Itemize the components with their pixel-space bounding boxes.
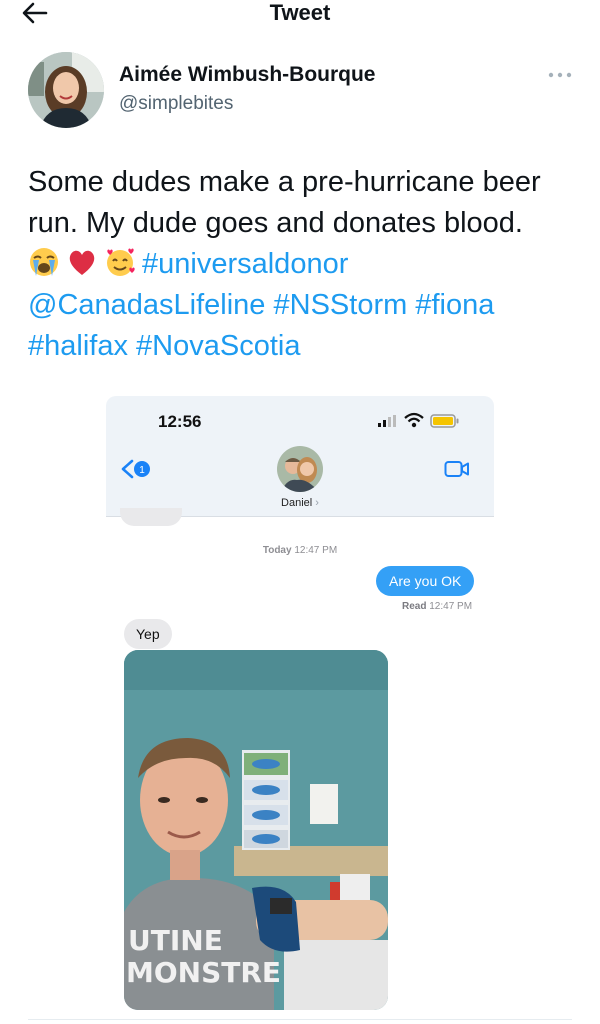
tweet-text: Some dudes make a pre-hurricane beer run… — [28, 162, 588, 367]
smiling-face-with-hearts-emoji — [107, 248, 135, 276]
tweet-line: @CanadasLifeline #NSStorm #fiona — [28, 285, 588, 326]
imessage-header: 12:56 1 Daniel › — [106, 396, 494, 517]
more-horizontal-icon[interactable] — [546, 66, 574, 84]
timestamp-time: 12:47 PM — [294, 545, 338, 556]
tweet-line: #universaldonor — [28, 244, 588, 285]
shirt-text-line2: MONSTRE — [126, 956, 281, 989]
timestamp-day: Today — [262, 545, 292, 556]
chevron-right-icon: › — [315, 497, 319, 509]
read-time: 12:47 PM — [429, 601, 473, 612]
video-camera-icon[interactable] — [444, 460, 470, 478]
contact-name-text: Daniel — [281, 497, 313, 509]
status-time: 12:56 — [158, 412, 202, 431]
loudly-crying-face-emoji — [30, 248, 58, 276]
contact-avatar[interactable] — [277, 446, 323, 492]
hashtag-fiona[interactable]: #fiona — [415, 289, 494, 321]
divider — [28, 1019, 572, 1020]
contact-photo — [277, 446, 323, 492]
author-name[interactable]: Aimée Wimbush-Bourque — [119, 62, 376, 88]
unread-badge: 1 — [139, 465, 145, 476]
selfie-photo[interactable]: UTINE MONSTRE — [124, 650, 388, 1010]
chevron-left-icon: 1 — [121, 459, 150, 479]
blood-donation-selfie-image: UTINE MONSTRE — [124, 650, 388, 1010]
shirt-text-line1: UTINE — [128, 924, 223, 957]
sent-message-bubble[interactable]: Are you OK — [376, 566, 475, 596]
tweet-media-image[interactable]: 12:56 1 Daniel › Today 12:47 PM Are you … — [106, 396, 494, 1018]
read-receipt: Read 12:47 PM — [402, 601, 472, 612]
cropped-message-bubble — [120, 508, 182, 526]
hashtag-universaldonor[interactable]: #universaldonor — [142, 248, 348, 280]
hashtag-novascotia[interactable]: #NovaScotia — [136, 330, 300, 362]
hashtag-halifax[interactable]: #halifax — [28, 330, 128, 362]
received-message-bubble[interactable]: Yep — [124, 619, 172, 649]
tweet-line: Some dudes make a pre-hurricane beer — [28, 166, 541, 198]
avatar[interactable] — [28, 52, 104, 128]
mention-canadaslifeline[interactable]: @CanadasLifeline — [28, 289, 265, 321]
top-bar: Tweet — [0, 0, 600, 28]
wifi-icon — [404, 412, 424, 428]
message-timestamp: Today 12:47 PM — [106, 545, 494, 556]
hashtag-nsstorm[interactable]: #NSStorm — [274, 289, 408, 321]
author-handle[interactable]: @simplebites — [119, 92, 233, 116]
avatar-photo — [28, 52, 104, 128]
battery-icon — [430, 414, 459, 428]
page-title: Tweet — [269, 0, 331, 25]
read-label: Read — [402, 601, 427, 612]
tweet-line: #halifax #NovaScotia — [28, 326, 588, 367]
tweet-line: run. My dude goes and donates blood. — [28, 207, 523, 239]
cellular-signal-icon — [378, 415, 396, 427]
red-heart-emoji — [69, 250, 95, 275]
messages-back-button[interactable]: 1 — [120, 458, 154, 480]
